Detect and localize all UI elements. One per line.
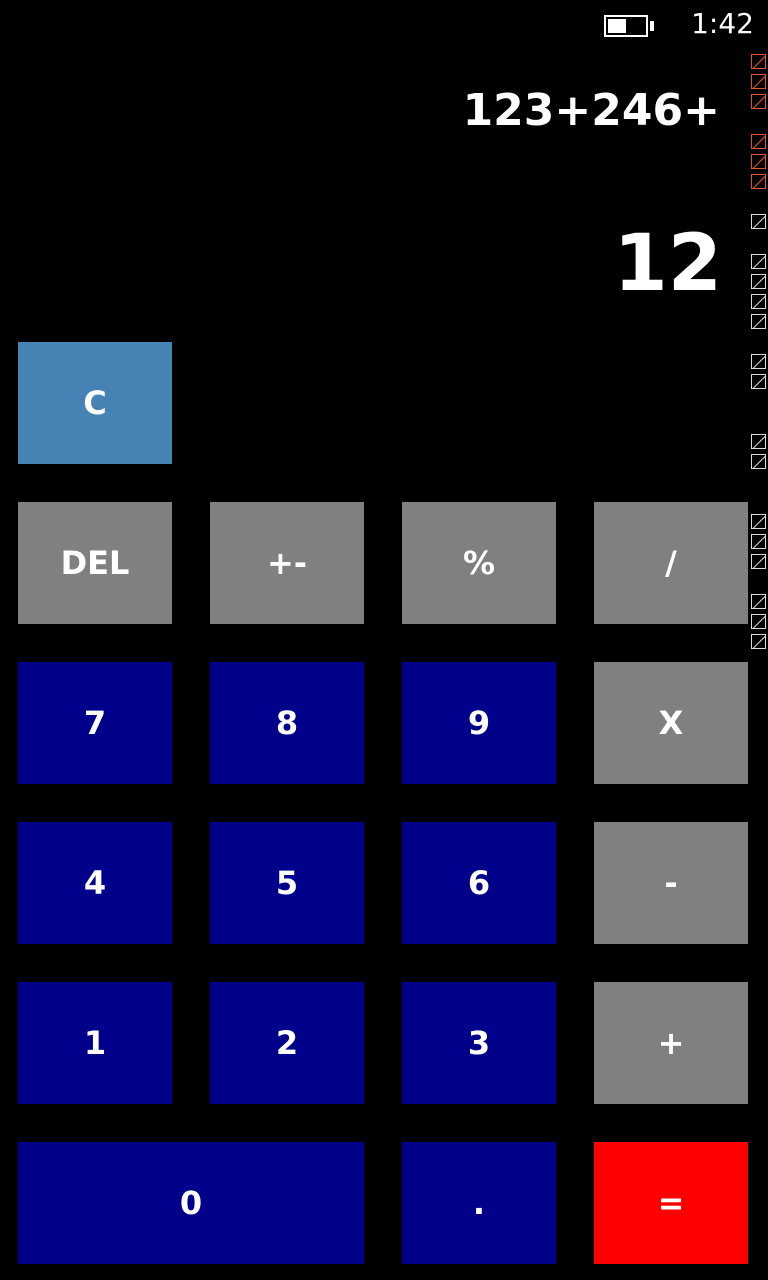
missing-glyph-icon <box>751 94 766 109</box>
digit-6-button[interactable]: 6 <box>402 822 556 944</box>
status-bar: 1:42 <box>0 0 768 50</box>
battery-icon <box>604 15 648 37</box>
missing-glyph-icon <box>751 314 766 329</box>
missing-glyph-icon <box>751 634 766 649</box>
clear-button[interactable]: C <box>18 342 172 464</box>
missing-glyph-icon <box>751 594 766 609</box>
battery-nub <box>650 21 654 31</box>
missing-glyph-icon <box>751 434 766 449</box>
percent-button[interactable]: % <box>402 502 556 624</box>
digit-2-button[interactable]: 2 <box>210 982 364 1104</box>
missing-glyph-icon <box>751 514 766 529</box>
delete-button[interactable]: DEL <box>18 502 172 624</box>
missing-glyph-icon <box>751 374 766 389</box>
equals-button[interactable]: = <box>594 1142 748 1264</box>
plus-minus-button[interactable]: +- <box>210 502 364 624</box>
missing-glyph-icon <box>751 294 766 309</box>
missing-glyph-icon <box>751 454 766 469</box>
missing-glyph-icon <box>751 274 766 289</box>
battery-level <box>608 19 626 33</box>
missing-glyph-icon <box>751 74 766 89</box>
divide-button[interactable]: / <box>594 502 748 624</box>
result-display: 12 <box>613 219 722 309</box>
missing-glyph-icon <box>751 154 766 169</box>
digit-5-button[interactable]: 5 <box>210 822 364 944</box>
missing-glyph-icon <box>751 534 766 549</box>
missing-glyph-icon <box>751 134 766 149</box>
missing-glyph-icon <box>751 554 766 569</box>
missing-glyph-icon <box>751 214 766 229</box>
missing-glyph-icon <box>751 174 766 189</box>
subtract-button[interactable]: - <box>594 822 748 944</box>
digit-0-button[interactable]: 0 <box>18 1142 364 1264</box>
missing-glyph-column <box>750 50 768 650</box>
missing-glyph-icon <box>751 54 766 69</box>
digit-8-button[interactable]: 8 <box>210 662 364 784</box>
expression-display: 123+246+ <box>462 85 720 136</box>
digit-3-button[interactable]: 3 <box>402 982 556 1104</box>
decimal-button[interactable]: . <box>402 1142 556 1264</box>
missing-glyph-icon <box>751 354 766 369</box>
missing-glyph-icon <box>751 254 766 269</box>
digit-1-button[interactable]: 1 <box>18 982 172 1104</box>
status-clock: 1:42 <box>691 7 754 40</box>
add-button[interactable]: + <box>594 982 748 1104</box>
multiply-button[interactable]: X <box>594 662 748 784</box>
digit-4-button[interactable]: 4 <box>18 822 172 944</box>
digit-7-button[interactable]: 7 <box>18 662 172 784</box>
missing-glyph-icon <box>751 614 766 629</box>
digit-9-button[interactable]: 9 <box>402 662 556 784</box>
